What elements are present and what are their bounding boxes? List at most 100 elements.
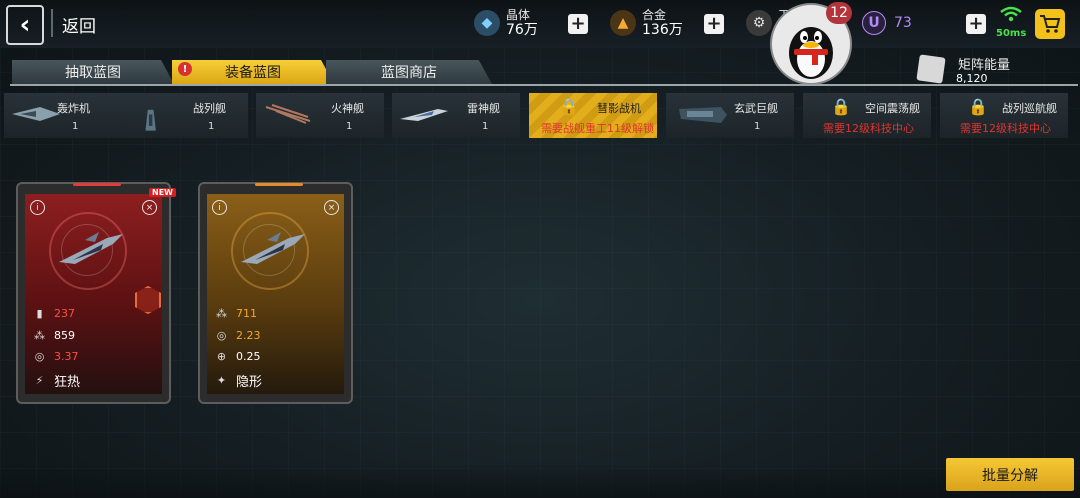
bulk-decompose-button[interactable]: 批量分解: [946, 458, 1074, 491]
stat-value: 3.37: [54, 350, 79, 363]
category-thor[interactable]: 雷神舰 1: [392, 93, 520, 138]
wifi-icon: [1000, 6, 1022, 22]
unlock-requirement: 需要12级科技中心: [823, 122, 914, 135]
alert-icon: !: [178, 62, 192, 76]
bomber-ship-icon: [12, 107, 60, 121]
category-space-shock[interactable]: 🔒 空间震荡舰 需要12级科技中心: [803, 93, 931, 138]
u-currency-icon: U: [862, 11, 886, 35]
lock-icon: 🔒: [559, 97, 579, 116]
top-bar: ‹ 返回 ◆ 晶体 76万 + ▲ 合金 136万 + ⚙ 工程师 0: [0, 0, 1080, 85]
bottom-strip: [0, 462, 1080, 498]
stat-value: 2.23: [236, 329, 261, 342]
trait: ✦ 隐形: [215, 371, 262, 390]
stat-value: 711: [236, 307, 257, 320]
matrix-label: 矩阵能量: [958, 58, 1011, 73]
stat-value: 0.25: [236, 350, 261, 363]
ammo-icon: ▮: [36, 307, 43, 320]
alloy-value: 136万: [642, 22, 683, 38]
stat-row: ⁂ 859: [33, 329, 75, 342]
chevron-left-icon: ‹: [19, 10, 31, 40]
category-vulcan[interactable]: 火神舰 1: [256, 93, 384, 138]
card-body: i × ⁂ 711 ◎ 2.23 ⊕ 0.25 ✦ 隐形: [207, 194, 344, 394]
stat-value: 237: [54, 307, 75, 320]
stat-row: ▮ 237: [33, 307, 75, 320]
lock-icon: 🔒: [831, 97, 851, 116]
thor-ship-icon: [400, 109, 448, 121]
category-name: 轰炸机: [57, 102, 90, 115]
back-button[interactable]: ‹: [6, 5, 44, 45]
shop-cart-button[interactable]: [1035, 9, 1065, 39]
fighter-ship-icon: [241, 232, 305, 264]
blueprint-card[interactable]: i × ⁂ 711 ◎ 2.23 ⊕ 0.25 ✦ 隐形: [198, 182, 353, 404]
cluster-icon: ⁂: [34, 329, 45, 342]
trait-icon: ⚡: [35, 374, 44, 387]
category-name: 空间震荡舰: [865, 102, 920, 115]
crystal-name: 晶体: [506, 8, 531, 22]
crystal-value: 76万: [506, 22, 538, 38]
category-name: 火神舰: [331, 102, 364, 115]
vulcan-ship-icon: [265, 104, 311, 124]
category-comet-fighter[interactable]: 🔒 彗影战机 需要战舰重工11级解锁: [529, 93, 657, 138]
category-count: 1: [72, 121, 79, 132]
close-icon[interactable]: ×: [324, 200, 339, 215]
radar-icon: ◎: [216, 329, 227, 342]
crystal-icon: ◆: [474, 10, 500, 36]
stat-row: ⁂ 711: [215, 307, 257, 320]
stat-row: ◎ 2.23: [215, 329, 261, 342]
blueprint-card[interactable]: i × ▮ 237 ⁂ 859 ◎ 3.37 ⚡ 狂热 NEW: [16, 182, 176, 404]
card-glow: [73, 183, 121, 186]
rank-chevron-icon: [135, 286, 161, 314]
category-name: 战列舰: [193, 102, 226, 115]
notification-badge[interactable]: 12: [826, 2, 852, 24]
trait-label: 狂热: [54, 375, 81, 390]
add-crystal-button[interactable]: +: [568, 14, 588, 34]
card-body: i × ▮ 237 ⁂ 859 ◎ 3.37 ⚡ 狂热: [25, 194, 162, 394]
category-name: 雷神舰: [467, 102, 500, 115]
divider: [51, 9, 53, 37]
category-name: 战列巡航舰: [1002, 102, 1057, 115]
alloy-resource: ▲ 合金 136万: [610, 4, 683, 42]
ping-value: 50ms: [996, 28, 1027, 39]
category-battlecruiser[interactable]: 🔒 战列巡航舰 需要12级科技中心: [940, 93, 1068, 138]
category-battleship[interactable]: 战列舰 1: [120, 93, 248, 138]
category-count: 1: [754, 121, 761, 132]
cart-icon: [1040, 15, 1061, 33]
engineer-icon: ⚙: [746, 10, 772, 36]
category-count: 1: [482, 121, 489, 132]
card-glow: [255, 183, 303, 186]
u-value: 73: [894, 15, 912, 31]
matrix-cube-icon: [916, 54, 946, 84]
trait: ⚡ 狂热: [33, 371, 80, 390]
unlock-requirement: 需要12级科技中心: [960, 122, 1051, 135]
tab-equip-blueprint[interactable]: 装备蓝图: [172, 60, 334, 84]
tab-blueprint-shop[interactable]: 蓝图商店: [326, 60, 492, 84]
add-alloy-button[interactable]: +: [704, 14, 724, 34]
stat-row: ◎ 3.37: [33, 350, 79, 363]
u-resource: U 73: [862, 4, 912, 42]
crystal-resource: ◆ 晶体 76万: [474, 4, 538, 42]
category-bomber[interactable]: 轰炸机 1: [4, 93, 132, 138]
radar-icon: ◎: [34, 350, 45, 363]
trait-icon: ✦: [216, 374, 227, 387]
info-icon[interactable]: i: [30, 200, 45, 215]
crosshair-icon: ⊕: [216, 350, 227, 363]
category-name: 玄武巨舰: [734, 102, 778, 115]
info-icon[interactable]: i: [212, 200, 227, 215]
stat-row: ⊕ 0.25: [215, 350, 261, 363]
stat-value: 859: [54, 329, 75, 342]
fighter-ship-icon: [59, 232, 123, 264]
tab-draw-blueprint[interactable]: 抽取蓝图: [12, 60, 174, 84]
cluster-icon: ⁂: [216, 307, 227, 320]
tab-underline: [10, 84, 1078, 86]
back-label[interactable]: 返回: [62, 12, 96, 37]
category-count: 1: [346, 121, 353, 132]
category-count: 1: [208, 121, 215, 132]
lock-icon: 🔒: [968, 97, 988, 116]
close-icon[interactable]: ×: [142, 200, 157, 215]
add-u-button[interactable]: +: [966, 14, 986, 34]
matrix-value: 8,120: [956, 72, 988, 85]
unlock-requirement: 需要战舰重工11级解锁: [541, 122, 654, 135]
xuanwu-ship-icon: [679, 107, 727, 123]
new-badge: NEW: [149, 188, 176, 197]
category-xuanwu[interactable]: 玄武巨舰 1: [666, 93, 794, 138]
